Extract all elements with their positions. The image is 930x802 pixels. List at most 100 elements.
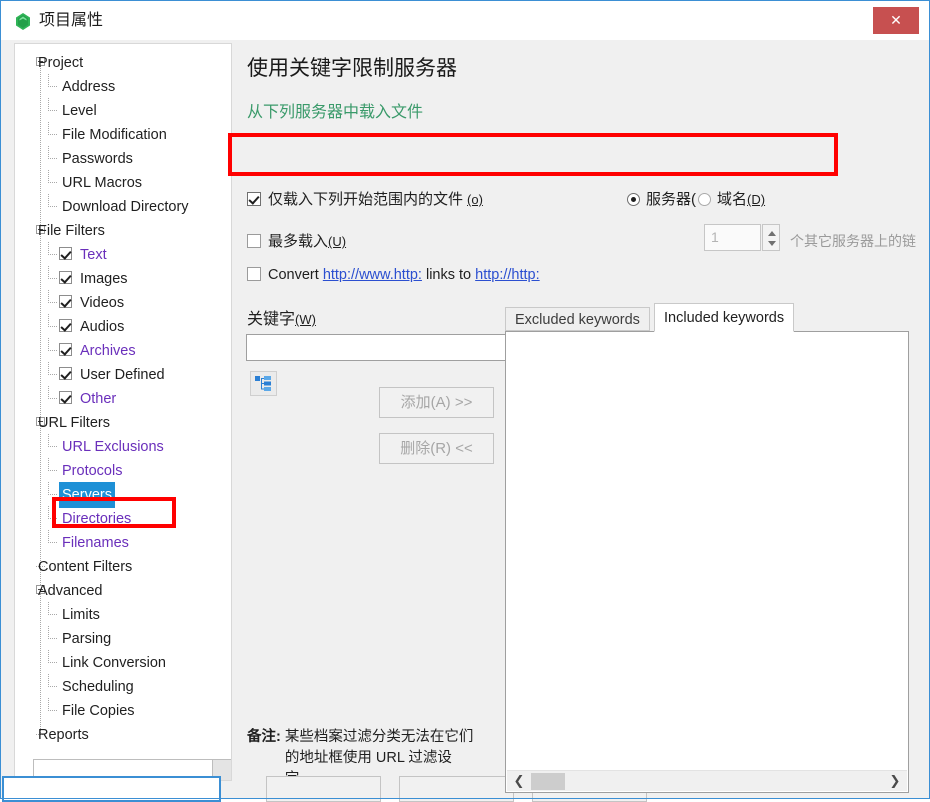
content-right-gutter [916,40,930,798]
tree-item-checkbox[interactable] [59,391,72,404]
max-load-stepper[interactable] [762,224,780,251]
tree-item-checkbox[interactable] [59,271,72,284]
max-load-checkbox[interactable] [247,234,261,248]
tree-item-label: Archives [80,343,136,359]
tree-item-user-defined[interactable]: User Defined [15,362,231,386]
tree-item-link-conversion[interactable]: Link Conversion [15,650,231,674]
tree-guide-line [48,482,49,495]
tree-guide-line [48,650,49,663]
scrollbar-thumb[interactable] [531,773,565,790]
tree-item-label: Passwords [62,151,133,167]
convert-checkbox[interactable] [247,267,261,281]
bottom-primary-button[interactable] [2,776,221,802]
tree-item-content-filters[interactable]: Content Filters [15,554,231,578]
server-radio[interactable] [627,193,640,206]
tree-item-checkbox[interactable] [59,319,72,332]
max-load-label: 最多载入 [268,233,329,250]
section-heading: 从下列服务器中载入文件 [247,104,424,121]
tree-item-checkbox[interactable] [59,295,72,308]
keyword-tabs[interactable]: Excluded keywords Included keywords [505,303,825,332]
tree-item-limits[interactable]: Limits [15,602,231,626]
tree-item-label: Download Directory [62,199,189,215]
keyword-input[interactable] [246,334,508,361]
tree-item-checkbox[interactable] [59,343,72,356]
convert-link-from[interactable]: http://www.http: [323,267,422,283]
scope-checkbox-label: 仅载入下列开始范围内的文件 [268,191,464,208]
tab-excluded-keywords[interactable]: Excluded keywords [505,307,650,331]
domain-radio[interactable] [698,193,711,206]
tree-item-download-directory[interactable]: Download Directory [15,194,231,218]
tab-included-keywords[interactable]: Included keywords [654,303,795,332]
tree-guide-line [48,698,49,711]
convert-row[interactable]: Convert http://www.http: links to http:/… [247,267,540,283]
keyword-listbox[interactable]: ❮ ❯ [505,331,909,793]
scope-checkbox[interactable] [247,192,261,206]
tree-item-checkbox[interactable] [59,247,72,260]
horizontal-scrollbar[interactable]: ❮ ❯ [507,770,907,791]
tree-item-advanced[interactable]: Advanced [15,578,231,602]
tree-guide-line [48,518,57,519]
keyword-accel: (W) [295,312,316,327]
settings-tree[interactable]: Project Address Level File Modification Pass… [14,43,232,781]
note-prefix: 备注: [247,729,281,745]
tree-item-level[interactable]: Level [15,98,231,122]
stepper-up-icon[interactable] [768,231,776,236]
tree-guide-line [48,146,49,159]
tree-item-filenames[interactable]: Filenames [15,530,231,554]
tree-guide-line [48,446,57,447]
tree-item-reports[interactable]: Reports [15,722,231,746]
tree-guide-line [48,626,49,639]
tree-guide-line [48,662,57,663]
tree-item-file-filters[interactable]: File Filters [15,218,231,242]
bottom-button-3[interactable] [399,776,514,802]
tree-guide-line [48,398,57,399]
convert-link-to[interactable]: http://http: [475,267,540,283]
tree-item-videos[interactable]: Videos [15,290,231,314]
tree-item-url-exclusions[interactable]: URL Exclusions [15,434,231,458]
tree-guide-line [48,374,57,375]
tree-item-audios[interactable]: Audios [15,314,231,338]
tree-item-archives[interactable]: Archives [15,338,231,362]
tree-item-project[interactable]: Project [15,50,231,74]
tree-guide-line [48,194,49,207]
tree-guide-line [48,314,49,327]
max-load-input[interactable]: 1 [704,224,761,251]
stepper-down-icon[interactable] [768,241,776,246]
add-keyword-button[interactable]: 添加(A) >> [379,387,494,418]
tree-item-text[interactable]: Text [15,242,231,266]
convert-middle: links to [425,267,472,283]
tree-item-file-copies[interactable]: File Copies [15,698,231,722]
tree-item-other[interactable]: Other [15,386,231,410]
tree-guide-line [48,182,57,183]
tree-item-directories[interactable]: Directories [15,506,231,530]
tree-guide-line [48,206,57,207]
scroll-left-icon[interactable]: ❮ [509,771,529,791]
tree-item-label: Images [80,271,128,287]
tree-guide-line [48,638,57,639]
bottom-button-2[interactable] [266,776,381,802]
tree-item-url-filters[interactable]: URL Filters [15,410,231,434]
tree-item-protocols[interactable]: Protocols [15,458,231,482]
close-button[interactable]: ✕ [873,7,919,34]
tree-item-images[interactable]: Images [15,266,231,290]
tree-guide-line [48,674,49,687]
tree-item-scheduling[interactable]: Scheduling [15,674,231,698]
tree-item-file-modification[interactable]: File Modification [15,122,231,146]
max-load-row[interactable]: 最多载入(U) [247,230,346,251]
tree-item-parsing[interactable]: Parsing [15,626,231,650]
tree-item-servers[interactable]: Servers [15,482,231,508]
tree-guide-line [48,458,49,471]
tree-guide-line [48,242,49,255]
tree-item-url-macros[interactable]: URL Macros [15,170,231,194]
scroll-right-icon[interactable]: ❯ [885,771,905,791]
tree-item-label: Link Conversion [62,655,166,671]
scope-checkbox-row[interactable]: 仅载入下列开始范围内的文件 (o) [247,188,483,209]
hierarchy-icon [255,376,271,391]
remove-keyword-button[interactable]: 删除(R) << [379,433,494,464]
tree-item-label: Advanced [38,583,103,599]
scope-radio-group[interactable]: 服务器(域名(D) [627,188,765,209]
hierarchy-icon-button[interactable] [250,371,277,396]
tree-item-checkbox[interactable] [59,367,72,380]
tree-item-passwords[interactable]: Passwords [15,146,231,170]
tree-item-address[interactable]: Address [15,74,231,98]
